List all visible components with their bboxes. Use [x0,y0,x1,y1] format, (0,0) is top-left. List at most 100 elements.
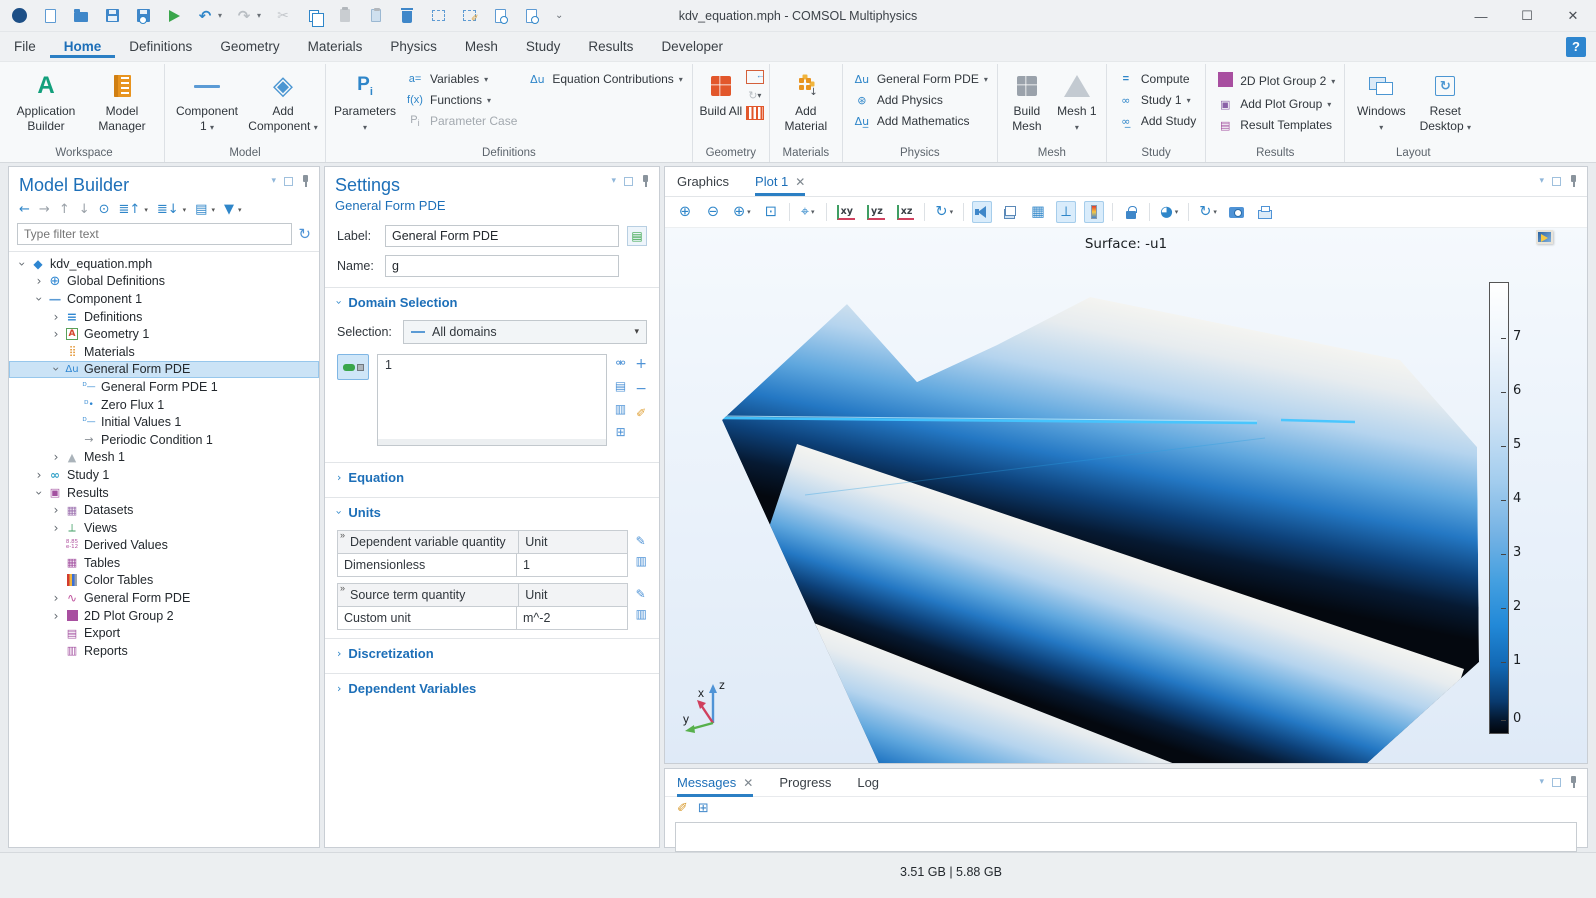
tree-node-periodic-condition-1[interactable]: →Periodic Condition 1 [9,431,319,449]
rotate-icon[interactable]: ↻▾ [933,201,955,223]
select-box-icon[interactable] [429,7,447,25]
close-tab-icon[interactable]: ✕ [743,776,753,790]
tab-messages[interactable]: Messages✕ [677,769,753,797]
section-units[interactable]: ›Units [325,497,659,526]
image-snapshot-icon[interactable] [1227,201,1247,223]
add-mathematics-button[interactable]: Δu̲Add Mathematics [848,112,992,130]
tree-node-materials[interactable]: ⣿Materials [9,343,319,361]
tree-node-root[interactable]: ›◆kdv_equation.mph [9,255,319,273]
reset-desktop-button[interactable]: ↻ Reset Desktop ▾ [1414,68,1476,137]
undo-icon[interactable]: ↶ [196,7,214,25]
tree-node-definitions[interactable]: ›≡Definitions [9,308,319,326]
help-button[interactable]: ? [1566,37,1586,57]
add-study-button[interactable]: ∞̲Add Study [1112,112,1200,130]
tree-node-derived-values[interactable]: 8.85 e-12Derived Values [9,537,319,555]
menu-tab-definitions[interactable]: Definitions [115,35,206,58]
name-input[interactable] [385,255,619,277]
equation-contributions-button[interactable]: ΔuEquation Contributions▾ [523,70,686,88]
tree-node-results[interactable]: ›▣Results [9,484,319,502]
menu-tab-study[interactable]: Study [512,35,575,58]
application-builder-button[interactable]: A Application Builder [9,68,83,137]
collapse-all-icon[interactable]: ≣↑ [119,202,141,217]
expand-dropdown-icon[interactable]: ▾ [183,206,187,214]
back-icon[interactable]: ← [19,202,30,217]
panel-menu-icon[interactable]: ▾ [611,176,616,186]
expand-all-icon[interactable]: ≣↓ [157,202,179,217]
selection-dropdown[interactable]: All domains ▾ [403,320,647,344]
tab-log[interactable]: Log [857,769,879,797]
functions-button[interactable]: f(x)Functions▾ [401,91,521,109]
virtual-operations-icon[interactable] [746,106,764,120]
open-in-table-icon[interactable]: ⊞ [698,801,709,816]
remove-from-selection-icon[interactable]: − [635,381,647,397]
pin-icon[interactable] [1569,776,1579,788]
menu-tab-home[interactable]: Home [50,35,116,58]
tree-node-pde-results[interactable]: ›∿General Form PDE [9,589,319,607]
refresh-icon[interactable]: ↻ [298,225,311,243]
tab-progress[interactable]: Progress [779,769,831,797]
move-down-icon[interactable]: ↓ [79,202,90,217]
update-plot-icon[interactable]: ↻▾ [1197,201,1219,223]
menu-tab-results[interactable]: Results [574,35,647,58]
environment-reflections-icon[interactable]: ◕▾ [1158,201,1180,223]
view-xz-icon[interactable]: xz [895,201,917,223]
copy-icon[interactable] [305,7,323,25]
save-as-icon[interactable] [134,7,152,25]
node-order-dropdown-icon[interactable]: ▾ [211,206,215,214]
menu-tab-materials[interactable]: Materials [294,35,377,58]
variables-button[interactable]: a=Variables▾ [401,70,521,88]
zoom-box-icon[interactable]: ⊕▾ [731,201,753,223]
table-options-icon[interactable]: ▥ [636,554,647,568]
tree-node-general-form-pde[interactable]: ›ΔuGeneral Form PDE [9,361,319,379]
float-panel-icon[interactable] [284,177,293,186]
menu-tab-physics[interactable]: Physics [376,35,451,58]
filter-icon[interactable]: ▼ [224,202,234,217]
tree-node-zero-flux-1[interactable]: ᴰ•Zero Flux 1 [9,396,319,414]
tree-node-study-1[interactable]: ›∞Study 1 [9,466,319,484]
view-xy-icon[interactable]: xy [835,201,857,223]
view-yz-icon[interactable]: yz [865,201,887,223]
label-input[interactable] [385,225,619,247]
model-manager-button[interactable]: Model Manager [85,68,159,137]
zoom-extents-icon[interactable]: ⊡ [761,201,781,223]
tree-node-reports[interactable]: ▥Reports [9,642,319,660]
tree-node-general-form-pde-1[interactable]: ᴰ—General Form PDE 1 [9,378,319,396]
grid-icon[interactable]: ▦ [1028,201,1048,223]
build-mesh-button[interactable]: Build Mesh [1003,68,1051,137]
tree-node-views[interactable]: ›⟂Views [9,519,319,537]
view-log-icon[interactable] [522,7,540,25]
forward-icon[interactable]: → [39,202,50,217]
pin-icon[interactable] [1569,175,1579,187]
minimize-button[interactable]: — [1458,0,1504,32]
rename-icon[interactable]: ▤ [627,226,647,246]
study-1-button[interactable]: ∞Study 1▾ [1112,91,1200,109]
menu-tab-developer[interactable]: Developer [647,35,737,58]
dependent-variable-quantity-table[interactable]: Dependent variable quantityUnit Dimensio… [337,530,628,577]
node-order-icon[interactable]: ▤ [195,202,207,217]
tree-node-export[interactable]: ▤Export [9,624,319,642]
component-1-button[interactable]: Component 1 ▾ [170,68,244,137]
clear-selection-icon[interactable]: ✐ [636,406,646,420]
collapse-dropdown-icon[interactable]: ▾ [144,206,148,214]
find-icon[interactable] [491,7,509,25]
clear-selection-icon[interactable]: ✐ [460,7,478,25]
show-icon[interactable]: ⊙ [99,202,110,217]
plot-group-2-select[interactable]: 2D Plot Group 2▾ [1211,70,1339,92]
domain-selection-list[interactable]: 1 [377,354,607,446]
axis-orientation-icon[interactable]: ⟂ [1056,201,1076,223]
tree-node-datasets[interactable]: ›▦Datasets [9,501,319,519]
add-material-button[interactable]: ↓ Add Material [775,68,837,137]
edit-quantity-icon[interactable]: ✎ [636,534,647,548]
section-equation[interactable]: ›Equation [325,462,659,491]
menu-tab-mesh[interactable]: Mesh [451,35,512,58]
zoom-to-selection-icon[interactable]: ⊞ [616,425,626,439]
tab-graphics[interactable]: Graphics [677,167,729,196]
table-options-icon[interactable]: ▥ [636,607,647,621]
tree-node-tables[interactable]: ▦Tables [9,554,319,572]
compute-button[interactable]: =Compute [1112,70,1200,88]
physics-interface-select[interactable]: ΔuGeneral Form PDE▾ [848,70,992,88]
customize-toolbar-icon[interactable]: ⌄ [555,10,563,21]
tree-node-geometry-1[interactable]: ›AGeometry 1 [9,325,319,343]
parameters-button[interactable]: Pi Parameters▾ [331,68,399,137]
add-to-selection-icon[interactable]: + [635,356,647,372]
